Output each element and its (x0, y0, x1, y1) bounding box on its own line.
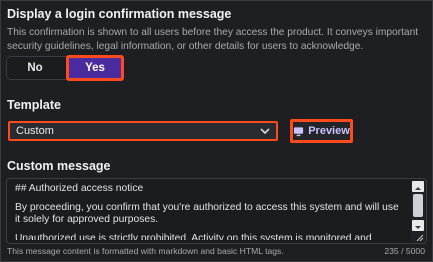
template-select[interactable]: Custom (8, 121, 278, 141)
character-counter: 235 / 5000 (384, 246, 425, 256)
template-select-value: Custom (16, 125, 54, 137)
scroll-thumb[interactable] (413, 194, 423, 217)
custom-message-hint: This message content is formatted with m… (7, 246, 284, 256)
monitor-icon (294, 126, 304, 136)
custom-message-textarea[interactable]: ## Authorized access notice By proceedin… (6, 178, 427, 244)
message-line: By proceeding, you confirm that you're a… (15, 201, 399, 226)
preview-button[interactable]: Preview (290, 119, 353, 143)
login-message-description: This confirmation is shown to all users … (7, 27, 419, 52)
caret-up-icon (415, 187, 421, 190)
scroll-up-button[interactable] (412, 181, 424, 192)
message-line: ## Authorized access notice (15, 183, 144, 194)
custom-message-label: Custom message (7, 159, 111, 173)
template-label: Template (7, 98, 61, 112)
chevron-down-icon (260, 128, 270, 135)
custom-message-text: ## Authorized access notice By proceedin… (15, 183, 405, 243)
login-message-title: Display a login confirmation message (7, 7, 232, 21)
resize-handle-icon[interactable] (414, 232, 424, 242)
scroll-down-button[interactable] (412, 220, 424, 231)
toggle-yes-button[interactable]: Yes (66, 55, 124, 81)
toggle-no-button[interactable]: No (7, 57, 63, 79)
message-line: Unauthorized use is strictly prohibited.… (15, 232, 372, 240)
login-message-toggle: No Yes (6, 55, 124, 81)
preview-button-label: Preview (308, 125, 350, 137)
